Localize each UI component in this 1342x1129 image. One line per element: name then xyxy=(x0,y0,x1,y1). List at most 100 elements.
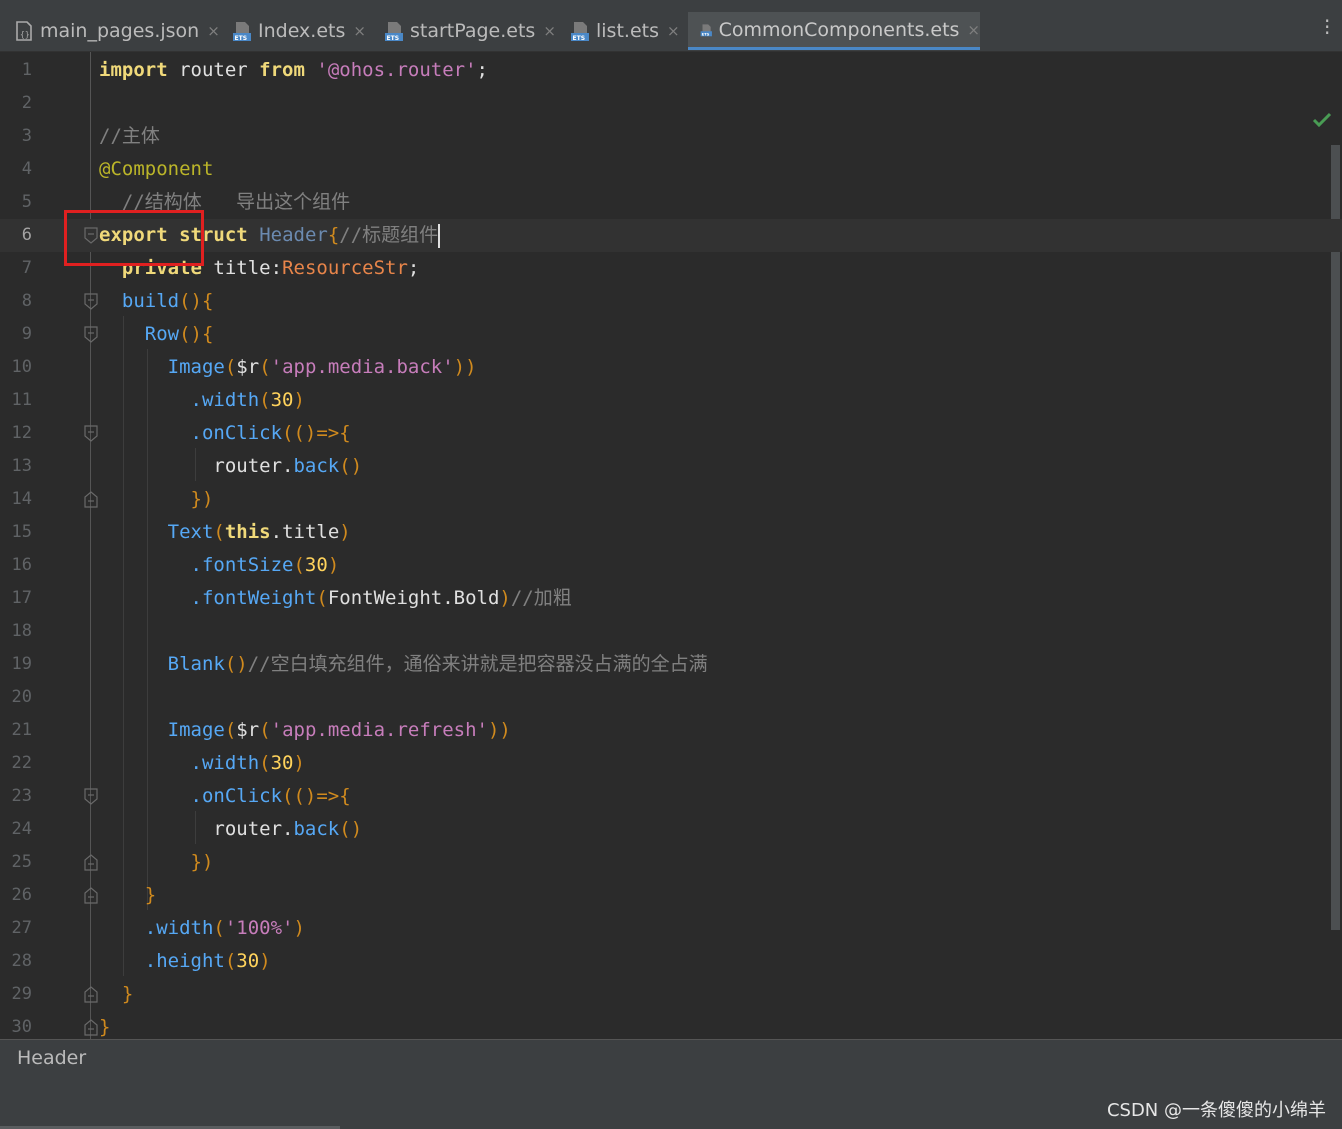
code-line-15: 15 Text(this.title) xyxy=(0,516,1342,549)
code-line-8: 8 build(){ xyxy=(0,285,1342,318)
line-number: 2 xyxy=(21,93,32,113)
identifier: router xyxy=(213,455,283,477)
svg-text:ETS: ETS xyxy=(387,35,400,42)
fold-collapse-icon[interactable] xyxy=(84,788,98,805)
close-icon[interactable]: × xyxy=(543,22,556,40)
tab-index-ets[interactable]: ETS Index.ets × xyxy=(232,12,366,50)
number-literal: 30 xyxy=(304,554,328,576)
fold-collapse-icon[interactable] xyxy=(84,326,98,343)
function-name: Image xyxy=(167,356,225,378)
brace: } xyxy=(99,1016,111,1038)
code-line-13: 13 router.back() xyxy=(0,450,1342,483)
parentheses: ( xyxy=(316,587,328,609)
parentheses: ) xyxy=(339,521,351,543)
code-line-12: 12 .onClick(()=>{ xyxy=(0,417,1342,450)
line-number: 13 xyxy=(11,456,32,476)
code-line-20: 20 xyxy=(0,681,1342,714)
comment: //标题组件 xyxy=(339,224,439,246)
line-number: 23 xyxy=(11,786,32,806)
close-icon[interactable]: × xyxy=(353,22,366,40)
line-number: 27 xyxy=(11,918,32,938)
breadcrumb-item-header[interactable]: Header xyxy=(17,1047,86,1069)
close-icon[interactable]: × xyxy=(207,22,220,40)
code-line-17: 17 .fontWeight(FontWeight.Bold)//加粗 xyxy=(0,582,1342,615)
ets-file-icon: ETS xyxy=(233,22,251,42)
function-name: Row xyxy=(144,323,180,345)
fold-end-icon[interactable] xyxy=(84,854,98,871)
brace: { xyxy=(339,785,351,807)
arrow-function: (()=> xyxy=(282,785,340,807)
parentheses: () xyxy=(179,290,202,312)
parentheses: () xyxy=(179,323,202,345)
parentheses: () xyxy=(339,455,363,477)
method-name: .fontWeight xyxy=(190,587,317,609)
brace: { xyxy=(201,323,214,345)
code-line-3: 3 //主体 xyxy=(0,120,1342,153)
number-literal: 30 xyxy=(236,950,260,972)
fold-collapse-icon[interactable] xyxy=(84,425,98,442)
method-name: back xyxy=(293,818,340,840)
comment: //空白填充组件，通俗来讲就是把容器没占满的全占满 xyxy=(247,653,708,675)
line-number: 6 xyxy=(21,225,32,245)
fold-collapse-icon[interactable] xyxy=(84,293,98,310)
parentheses: )) xyxy=(453,356,477,378)
line-number: 30 xyxy=(11,1017,32,1037)
parentheses: ( xyxy=(213,917,225,939)
brace: { xyxy=(339,422,351,444)
parentheses: )) xyxy=(487,719,511,741)
comment: //主体 xyxy=(99,125,160,147)
svg-text:ETS: ETS xyxy=(235,35,248,42)
tab-label: list.ets xyxy=(596,20,659,42)
parentheses: ) xyxy=(499,587,511,609)
fold-end-icon[interactable] xyxy=(84,1019,98,1036)
identifier: title xyxy=(201,257,271,279)
comment: //加粗 xyxy=(510,587,572,609)
tab-main-pages-json[interactable]: {} main_pages.json × xyxy=(14,12,220,50)
more-vertical-icon[interactable]: · · · xyxy=(1324,11,1330,43)
line-number: 24 xyxy=(11,819,32,839)
number-literal: 30 xyxy=(270,389,294,411)
line-number: 16 xyxy=(11,555,32,575)
type-name: ResourceStr xyxy=(282,257,408,279)
brace: } xyxy=(121,983,134,1005)
line-number: 10 xyxy=(11,357,32,377)
code-line-27: 27 .width('100%') xyxy=(0,912,1342,945)
code-line-29: 29 } xyxy=(0,978,1342,1011)
code-line-14: 14 }) xyxy=(0,483,1342,516)
parentheses: ) xyxy=(293,389,305,411)
code-line-22: 22 .width(30) xyxy=(0,747,1342,780)
tab-list-ets[interactable]: ETS list.ets × xyxy=(570,12,680,50)
tab-commoncomponents-ets[interactable]: ETS CommonComponents.ets × xyxy=(688,12,980,50)
ets-file-icon: ETS xyxy=(700,23,712,36)
code-editor[interactable]: 1 import router from '@ohos.router'; 2 3… xyxy=(0,52,1342,1039)
close-icon[interactable]: × xyxy=(667,22,680,40)
punctuation: ; xyxy=(407,257,420,279)
breadcrumb[interactable]: Header xyxy=(0,1039,1342,1076)
parentheses: ) xyxy=(327,554,340,576)
line-number: 21 xyxy=(11,720,32,740)
method-name: .width xyxy=(190,752,260,774)
parentheses: ( xyxy=(259,356,271,378)
fold-end-icon[interactable] xyxy=(84,986,98,1003)
close-icon[interactable]: × xyxy=(967,21,980,39)
method-name: .onClick xyxy=(190,422,283,444)
fold-end-icon[interactable] xyxy=(84,491,98,508)
fold-end-icon[interactable] xyxy=(84,887,98,904)
line-number: 17 xyxy=(11,588,32,608)
annotation: @Component xyxy=(99,158,214,180)
function-name: Blank xyxy=(167,653,225,675)
code-line-16: 16 .fontSize(30) xyxy=(0,549,1342,582)
tab-startpage-ets[interactable]: ETS startPage.ets × xyxy=(384,12,556,50)
line-number: 20 xyxy=(11,687,32,707)
brace: }) xyxy=(190,851,214,873)
string-literal: '@ohos.router' xyxy=(316,59,477,81)
